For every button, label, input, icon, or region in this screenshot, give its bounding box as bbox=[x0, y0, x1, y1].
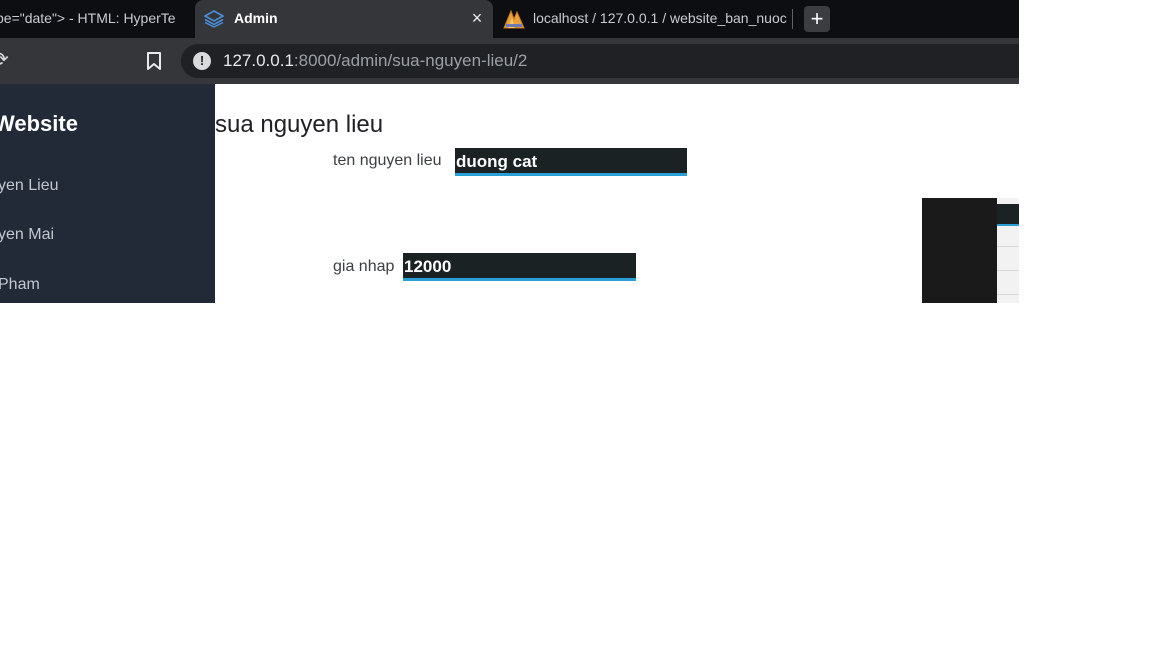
tab-strip: pe="date"> - HTML: HyperTe Admin × local… bbox=[0, 0, 1019, 38]
tab-title: Admin bbox=[234, 10, 278, 26]
overlay-window-preview bbox=[997, 198, 1019, 303]
url-text[interactable]: 127.0.0.1:8000/admin/sua-nguyen-lieu/2 bbox=[223, 51, 527, 71]
gia-nhap-label: gia nhap bbox=[333, 258, 395, 275]
gia-nhap-input[interactable]: 12000 bbox=[403, 253, 636, 281]
ten-nguyen-lieu-label: ten nguyen lieu bbox=[333, 152, 442, 169]
browser-toolbar: ⟳ ! 127.0.0.1:8000/admin/sua-nguyen-lieu… bbox=[0, 38, 1019, 84]
overlay-window bbox=[922, 198, 997, 303]
sidebar-item-san-pham[interactable]: Pham bbox=[0, 276, 40, 294]
sidebar: Website yen Lieu yen Mai Pham bbox=[0, 84, 215, 303]
preview-line bbox=[997, 294, 1019, 295]
sidebar-item-nguyen-lieu[interactable]: yen Lieu bbox=[0, 177, 59, 195]
layers-icon bbox=[204, 10, 224, 28]
close-icon[interactable]: × bbox=[469, 8, 485, 28]
url-path: :8000/admin/sua-nguyen-lieu/2 bbox=[293, 51, 528, 70]
tab-title: pe="date"> - HTML: HyperTe bbox=[0, 10, 176, 26]
main-content: sua nguyen lieu ten nguyen lieu duong ca… bbox=[215, 84, 1019, 303]
tab-title: localhost / 127.0.0.1 / website_ban_nuoc bbox=[533, 10, 787, 26]
sidebar-item-khuyen-mai[interactable]: yen Mai bbox=[0, 226, 54, 244]
tab-phpmyadmin[interactable]: localhost / 127.0.0.1 / website_ban_nuoc bbox=[495, 0, 791, 38]
address-bar[interactable]: ! 127.0.0.1:8000/admin/sua-nguyen-lieu/2 bbox=[181, 44, 1019, 78]
tab-admin[interactable]: Admin × bbox=[195, 0, 493, 38]
bookmark-icon[interactable] bbox=[145, 51, 163, 71]
tab-divider bbox=[792, 9, 793, 29]
preview-line bbox=[997, 246, 1019, 247]
ten-nguyen-lieu-input[interactable]: duong cat bbox=[455, 148, 687, 176]
url-host: 127.0.0.1 bbox=[223, 51, 294, 70]
new-tab-button[interactable]: + bbox=[804, 6, 830, 32]
page-title: sua nguyen lieu bbox=[215, 111, 384, 138]
reload-icon[interactable]: ⟳ bbox=[0, 50, 9, 70]
sidebar-brand[interactable]: Website bbox=[0, 111, 78, 137]
phpmyadmin-icon bbox=[503, 9, 525, 29]
preview-input-bar bbox=[997, 204, 1019, 226]
site-info-icon[interactable]: ! bbox=[193, 52, 211, 70]
tab-html-docs[interactable]: pe="date"> - HTML: HyperTe bbox=[0, 0, 194, 38]
preview-line bbox=[997, 270, 1019, 271]
browser-window: pe="date"> - HTML: HyperTe Admin × local… bbox=[0, 0, 1019, 303]
